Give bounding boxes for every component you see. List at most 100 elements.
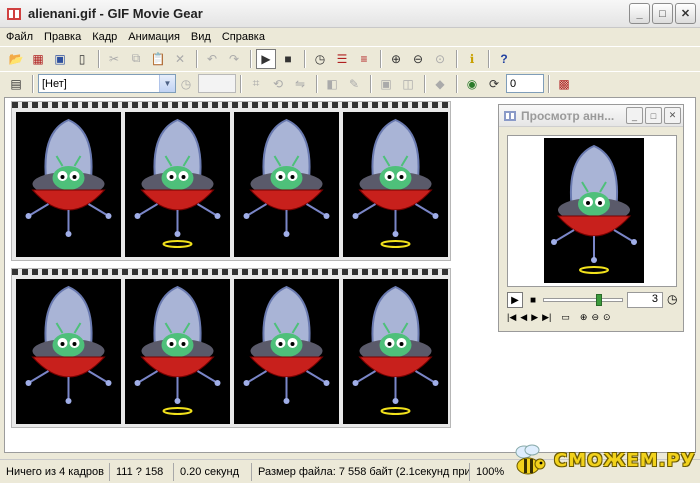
zoom-reset-button[interactable]: ⊙ [430,49,450,69]
zoom-out-button[interactable]: ⊖ [408,49,428,69]
stop-button[interactable]: ■ [278,49,298,69]
palette-combo[interactable]: [Нет] ▼ [38,74,176,93]
menu-help[interactable]: Справка [222,31,265,43]
info-button[interactable]: ℹ [462,49,482,69]
menu-edit[interactable]: Правка [44,31,81,43]
preview-close-button[interactable]: ✕ [664,107,681,124]
menu-frame[interactable]: Кадр [92,31,117,43]
paste-button[interactable]: 📋 [148,49,168,69]
save-button[interactable]: ▣ [50,49,70,69]
minimize-icon: _ [636,7,643,20]
play-button[interactable]: ▶ [256,48,276,69]
preview-minimize-button[interactable]: _ [626,107,643,124]
delay-field[interactable] [198,74,236,93]
slider-thumb[interactable] [595,294,602,306]
new-button[interactable]: ▯ [72,49,92,69]
color-pick-button[interactable]: ✎ [344,74,364,94]
split-icon: ◫ [402,76,414,91]
crop-button[interactable]: ⌗ [246,74,266,94]
loop-count-field[interactable]: 0 [506,74,544,93]
strip-vertical-button[interactable]: ≡ [354,49,374,69]
close-button[interactable]: ✕ [675,3,696,24]
zoom-icon: ⊙ [434,51,446,66]
preview-maximize-button[interactable]: □ [645,107,662,124]
preview-frame-image [544,138,644,283]
frame-split-button[interactable]: ◫ [398,74,418,94]
animation-frame[interactable] [234,279,339,424]
flip-button[interactable]: ⇋ [290,74,310,94]
strip-button[interactable]: ☰ [332,49,352,69]
close-icon: ✕ [668,110,677,120]
title-bar: alienani.gif - GIF Movie Gear _ □ ✕ [0,0,700,28]
first-frame-button[interactable]: |◀ [507,312,516,323]
frame-merge-button[interactable]: ▣ [376,74,396,94]
next-frame-button[interactable]: ▶ [531,312,538,323]
animation-frame[interactable] [343,279,448,424]
animation-frame[interactable] [16,279,121,424]
prev-frame-button[interactable]: ◀ [520,312,527,323]
flip-icon: ⇋ [294,76,306,91]
preview-play-button[interactable]: ▶ [507,292,523,308]
toolbar-separator [316,74,318,93]
animation-frame[interactable] [234,112,339,257]
animation-frame[interactable] [343,112,448,257]
optimize-animation-button[interactable]: ▩ [554,74,574,94]
delay-button[interactable]: ◷ [176,74,196,94]
last-frame-icon: ▶| [542,312,552,322]
first-frame-icon: |◀ [507,312,517,322]
help-button[interactable]: ? [494,49,514,69]
rotate-icon: ⟲ [272,76,284,91]
clock-icon: ◷ [180,76,192,91]
menu-file[interactable]: Файл [6,31,33,43]
crop-icon: ⌗ [252,76,260,90]
cut-button[interactable]: ✂ [104,49,124,69]
animation-frame[interactable] [125,112,230,257]
main-toolbar: 📂 ▦ ▣ ▯ ✂ ⧉ 📋 ✕ ↶ ↷ ▶ ■ ◷ ☰ ≡ ⊕ ⊖ ⊙ ℹ ? [0,46,700,70]
bee-icon [515,444,546,475]
maximize-button[interactable]: □ [652,3,673,24]
properties-icon: ▤ [10,76,22,91]
preview-zoom-out-button[interactable]: ⊖ [591,312,599,323]
delete-button[interactable]: ✕ [170,49,190,69]
info-icon: ℹ [469,51,475,66]
preview-zoom-reset-button[interactable]: ⊙ [603,312,611,323]
transparency-button[interactable]: ◧ [322,74,342,94]
frames-button[interactable]: ▦ [28,49,48,69]
rotate-button[interactable]: ⟲ [268,74,288,94]
zoom-in-button[interactable]: ⊕ [386,49,406,69]
globe-button[interactable]: ◉ [462,74,482,94]
copy-button[interactable]: ⧉ [126,49,146,69]
redo-button[interactable]: ↷ [224,49,244,69]
last-frame-button[interactable]: ▶| [542,312,551,323]
minimize-icon: _ [631,110,637,121]
preview-timing-button[interactable]: ◷ [667,292,677,306]
toolbar-separator [488,49,490,68]
chevron-down-icon[interactable]: ▼ [159,75,175,92]
fit-window-button[interactable]: ▭ [561,312,570,323]
undo-icon: ↶ [206,51,218,66]
loop-button[interactable]: ⟳ [484,74,504,94]
open-button[interactable]: 📂 [6,49,26,69]
optimize-animation-icon: ▩ [558,76,570,91]
properties-button[interactable]: ▤ [6,74,26,94]
preview-slider[interactable] [543,294,623,306]
maximize-icon: □ [659,7,666,20]
preview-stop-button[interactable]: ■ [526,292,540,308]
optimize-button[interactable]: ◆ [430,74,450,94]
stop-icon: ■ [284,51,292,66]
preview-zoom-in-button[interactable]: ⊕ [580,312,588,323]
timing-button[interactable]: ◷ [310,49,330,69]
minimize-button[interactable]: _ [629,3,650,24]
scissors-icon: ✂ [108,51,120,66]
menu-animation[interactable]: Анимация [128,31,180,43]
film-strip-bottom [11,268,451,428]
animation-frame[interactable] [16,112,121,257]
toolbar-separator [32,74,34,93]
paste-icon: 📋 [150,51,166,66]
menu-view[interactable]: Вид [191,31,211,43]
undo-button[interactable]: ↶ [202,49,222,69]
toolbar-separator [240,74,242,93]
prev-frame-icon: ◀ [520,312,528,322]
animation-frame[interactable] [125,279,230,424]
film-strip-icon [7,7,21,20]
